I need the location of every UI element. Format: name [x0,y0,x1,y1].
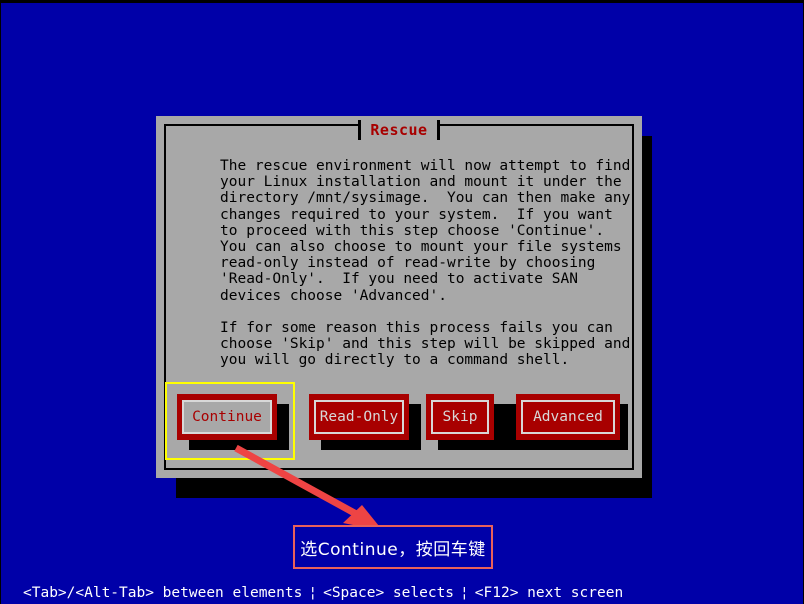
dialog-body-text: The rescue environment will now attempt … [220,158,631,369]
skip-button[interactable]: Skip [426,394,494,440]
advanced-button[interactable]: Advanced [516,394,620,440]
status-hint-f12: <F12> next screen [474,585,624,601]
annotation-arrow-icon [234,444,383,531]
button-slot-advanced: Advanced [516,388,628,468]
annotation-text: 选Continue，按回车键 [300,539,486,560]
rescue-dialog: The rescue environment will now attempt … [156,116,642,478]
skip-button-label: Skip [431,400,489,434]
status-separator-1: ¦ [308,585,318,601]
dialog-inner-frame: The rescue environment will now attempt … [164,124,634,470]
read-only-button-label: Read-Only [314,400,404,434]
read-only-button[interactable]: Read-Only [309,394,409,440]
status-separator-2: ¦ [460,585,469,601]
status-hint-tab: <Tab>/<Alt-Tab> between elements [23,585,303,601]
status-bar: <Tab>/<Alt-Tab> between elements ¦ <Spac… [1,582,803,604]
continue-button-label: Continue [182,400,272,434]
installer-screen: The rescue environment will now attempt … [0,0,804,604]
advanced-button-label: Advanced [521,400,615,434]
annotation-callout: 选Continue，按回车键 [293,525,493,569]
status-hint-space: <Space> selects [323,585,455,601]
continue-button[interactable]: Continue [177,394,277,440]
